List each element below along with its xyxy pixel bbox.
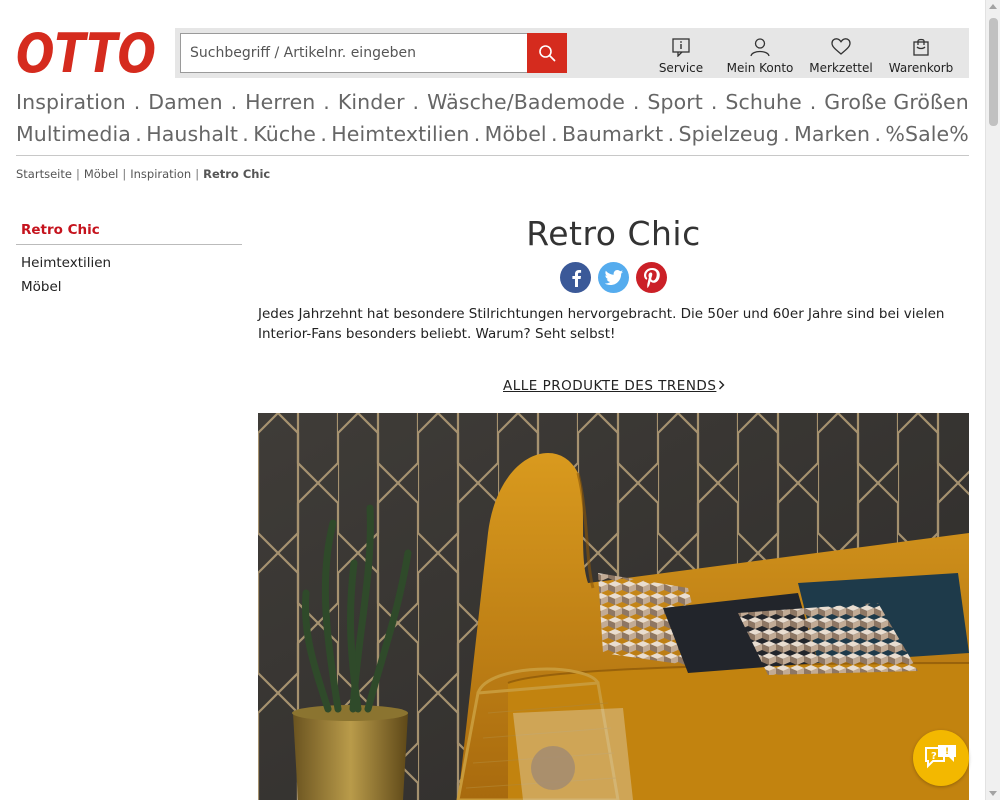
sidebar-item-moebel[interactable]: Möbel: [16, 279, 242, 295]
nav-separator: .: [551, 122, 558, 146]
logo-text: OTTO: [16, 27, 156, 75]
nav-separator: .: [242, 122, 249, 146]
breadcrumb-separator: |: [122, 167, 127, 181]
nav-item-damen[interactable]: Damen: [148, 90, 222, 114]
breadcrumb-separator: |: [195, 167, 200, 181]
twitter-share-button[interactable]: [598, 262, 629, 293]
nav-item-waesche[interactable]: Wäsche/Bademode: [427, 90, 625, 114]
sidebar-item-heimtextilien[interactable]: Heimtextilien: [16, 255, 242, 271]
chat-help-icon: ? !: [925, 745, 956, 769]
service-label: Service: [658, 61, 704, 75]
nav-item-baumarkt[interactable]: Baumarkt: [562, 122, 663, 146]
breadcrumb-current: Retro Chic: [203, 167, 271, 181]
header-bar: Service Mein Konto Merkzettel Warenkorb: [175, 28, 969, 78]
all-trend-products-link[interactable]: ALLE PRODUKTE DES TRENDS: [503, 378, 725, 394]
wishlist-link[interactable]: Merkzettel: [809, 28, 873, 78]
sidebar-item-retro-chic[interactable]: Retro Chic: [16, 222, 242, 245]
nav-item-grosse-groessen[interactable]: Große Größen: [824, 90, 969, 114]
scroll-down-arrow[interactable]: [989, 791, 997, 796]
nav-separator: .: [412, 90, 420, 114]
nav-separator: .: [632, 90, 640, 114]
nav-item-kueche[interactable]: Küche: [253, 122, 316, 146]
page-scrollbar[interactable]: [985, 0, 1000, 800]
nav-item-heimtextilien[interactable]: Heimtextilien: [331, 122, 469, 146]
nav-item-multimedia[interactable]: Multimedia: [16, 122, 131, 146]
nav-item-kinder[interactable]: Kinder: [338, 90, 405, 114]
nav-separator: .: [667, 122, 675, 146]
nav-separator: .: [710, 90, 718, 114]
nav-item-herren[interactable]: Herren: [245, 90, 315, 114]
nav-divider: [16, 155, 969, 156]
search-button[interactable]: [527, 33, 567, 73]
main-nav-row-1: Inspiration . Damen . Herren . Kinder . …: [16, 90, 969, 114]
svg-text:?: ?: [931, 751, 937, 762]
nav-separator: .: [133, 90, 141, 114]
search-input[interactable]: [180, 33, 528, 73]
account-link[interactable]: Mein Konto: [727, 28, 793, 78]
svg-text:!: !: [945, 747, 949, 757]
intro-text: Jedes Jahrzehnt hat besondere Stilrichtu…: [258, 306, 945, 342]
breadcrumb-inspiration[interactable]: Inspiration: [130, 167, 191, 181]
main-nav-row-2: Multimedia . Haushalt . Küche . Heimtext…: [16, 122, 969, 146]
breadcrumb-moebel[interactable]: Möbel: [84, 167, 119, 181]
magnifier-icon: [539, 45, 556, 62]
facebook-icon: [571, 269, 581, 287]
chevron-right-icon: [719, 380, 725, 390]
nav-separator: .: [473, 122, 481, 146]
nav-separator: .: [323, 90, 330, 114]
account-label: Mein Konto: [726, 61, 794, 75]
nav-item-schuhe[interactable]: Schuhe: [725, 90, 801, 114]
cart-link[interactable]: Warenkorb: [887, 28, 955, 78]
pinterest-icon: [643, 267, 660, 288]
page-title: Retro Chic: [526, 214, 701, 253]
otto-logo[interactable]: OTTO: [16, 27, 156, 75]
breadcrumb: Startseite | Möbel | Inspiration | Retro Chic: [16, 167, 270, 181]
pinterest-share-button[interactable]: [636, 262, 667, 293]
wishlist-label: Merkzettel: [809, 61, 873, 75]
nav-separator: .: [874, 122, 882, 146]
nav-item-marken[interactable]: Marken: [794, 122, 870, 146]
scroll-up-arrow[interactable]: [989, 4, 997, 9]
nav-item-haushalt[interactable]: Haushalt: [146, 122, 238, 146]
scrollbar-thumb[interactable]: [989, 18, 998, 126]
nav-separator: .: [783, 122, 790, 146]
user-icon: [750, 38, 770, 57]
nav-item-moebel[interactable]: Möbel: [485, 122, 547, 146]
nav-separator: .: [320, 122, 327, 146]
heart-icon: [831, 38, 851, 55]
sidebar: Retro Chic Heimtextilien Möbel: [16, 222, 242, 295]
cart-label: Warenkorb: [888, 61, 954, 75]
facebook-share-button[interactable]: [560, 262, 591, 293]
nav-item-spielzeug[interactable]: Spielzeug: [679, 122, 779, 146]
nav-separator: .: [135, 122, 142, 146]
shopping-bag-icon: [913, 38, 929, 56]
service-link[interactable]: Service: [653, 28, 709, 78]
info-icon: [672, 38, 690, 57]
nav-item-sport[interactable]: Sport: [647, 90, 703, 114]
nav-item-inspiration[interactable]: Inspiration: [16, 90, 126, 114]
breadcrumb-startseite[interactable]: Startseite: [16, 167, 72, 181]
nav-item-sale[interactable]: %Sale%: [885, 122, 968, 146]
share-buttons: [560, 262, 667, 293]
chat-help-button[interactable]: ? !: [913, 730, 969, 786]
trend-link-label: ALLE PRODUKTE DES TRENDS: [503, 378, 717, 394]
breadcrumb-separator: |: [75, 167, 80, 181]
hero-image: [258, 413, 969, 800]
twitter-icon: [604, 270, 623, 285]
nav-separator: .: [230, 90, 238, 114]
nav-separator: .: [809, 90, 817, 114]
